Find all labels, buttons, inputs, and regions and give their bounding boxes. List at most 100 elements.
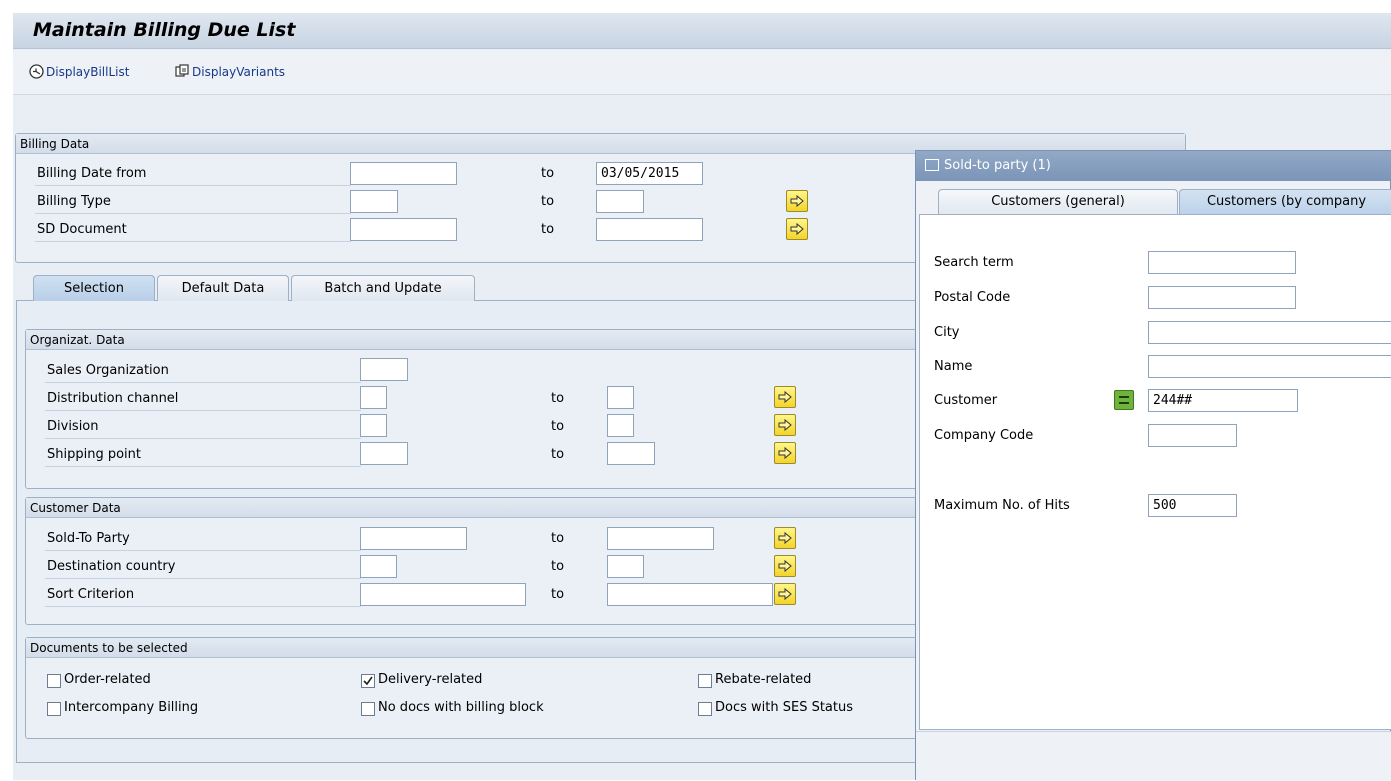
customer-input[interactable]: 244## — [1148, 389, 1298, 412]
company-code-label: Company Code — [934, 428, 1034, 443]
billing-type-label: Billing Type — [37, 194, 111, 209]
no-docs-billing-block-checkbox[interactable] — [361, 702, 375, 716]
sort-criterion-multiple-selection-button[interactable] — [774, 583, 796, 605]
arrow-right-icon — [778, 531, 792, 545]
sd-document-from-input[interactable] — [350, 218, 457, 241]
application-toolbar: DisplayBillList DisplayVariants — [13, 50, 1391, 95]
name-input[interactable] — [1148, 355, 1391, 378]
arrow-right-icon — [778, 587, 792, 601]
search-term-label: Search term — [934, 255, 1014, 270]
sold-to-party-popup: Sold-to party (1) Customers (general) Cu… — [915, 150, 1391, 781]
rebate-related-checkbox[interactable] — [698, 674, 712, 688]
intercompany-billing-label: Intercompany Billing — [64, 700, 199, 715]
organizational-data-group: Organizat. Data — [25, 329, 920, 489]
display-variants-button[interactable]: DisplayVariants — [175, 64, 285, 79]
order-related-checkbox[interactable] — [47, 674, 61, 688]
shipping-point-label: Shipping point — [47, 447, 141, 462]
to-label: to — [541, 222, 555, 237]
documents-header: Documents to be selected — [26, 638, 919, 658]
to-label: to — [551, 531, 565, 546]
arrow-right-icon — [790, 222, 804, 236]
sold-to-party-multiple-selection-button[interactable] — [774, 527, 796, 549]
city-label: City — [934, 325, 960, 340]
popup-title: Sold-to party (1) — [944, 158, 1051, 173]
billing-date-from-label: Billing Date from — [37, 166, 147, 181]
postal-code-input[interactable] — [1148, 286, 1296, 309]
tab-batch-and-update[interactable]: Batch and Update — [291, 275, 475, 301]
to-label: to — [551, 447, 565, 462]
destination-country-to-input[interactable] — [607, 555, 644, 578]
division-label: Division — [47, 419, 99, 434]
name-label: Name — [934, 359, 973, 374]
search-term-input[interactable] — [1148, 251, 1296, 274]
billing-type-from-input[interactable] — [350, 190, 398, 213]
tab-default-data[interactable]: Default Data — [157, 275, 289, 301]
equals-selection-option-icon[interactable] — [1114, 390, 1134, 410]
dialog-icon — [925, 159, 939, 171]
to-label: to — [551, 391, 565, 406]
sold-to-party-label: Sold-To Party — [47, 531, 130, 546]
destination-country-from-input[interactable] — [360, 555, 397, 578]
rebate-related-label: Rebate-related — [715, 672, 812, 687]
sort-criterion-to-input[interactable] — [607, 583, 773, 606]
display-bill-list-label: DisplayBillList — [46, 65, 130, 79]
postal-code-label: Postal Code — [934, 290, 1011, 305]
arrow-right-icon — [778, 390, 792, 404]
docs-ses-status-label: Docs with SES Status — [715, 700, 854, 715]
billing-type-to-input[interactable] — [596, 190, 644, 213]
docs-ses-status-checkbox[interactable] — [698, 702, 712, 716]
company-code-input[interactable] — [1148, 424, 1237, 447]
checkmark-icon — [363, 676, 373, 686]
arrow-right-icon — [778, 418, 792, 432]
popup-title-bar: Sold-to party (1) — [916, 151, 1391, 181]
sap-window: Maintain Billing Due List DisplayBillLis… — [13, 13, 1391, 781]
billing-date-to-input[interactable]: 03/05/2015 — [596, 162, 703, 185]
tab-selection[interactable]: Selection — [33, 275, 155, 301]
tab-customers-general[interactable]: Customers (general) — [938, 189, 1178, 214]
display-variants-label: DisplayVariants — [192, 65, 286, 79]
delivery-related-checkbox[interactable] — [361, 674, 375, 688]
max-hits-input[interactable]: 500 — [1148, 494, 1237, 517]
shipping-point-to-input[interactable] — [607, 442, 655, 465]
destination-country-multiple-selection-button[interactable] — [774, 555, 796, 577]
arrow-right-icon — [778, 559, 792, 573]
sd-document-multiple-selection-button[interactable] — [786, 218, 808, 240]
sold-to-party-to-input[interactable] — [607, 527, 714, 550]
city-input[interactable] — [1148, 321, 1391, 344]
distribution-channel-multiple-selection-button[interactable] — [774, 386, 796, 408]
distribution-channel-to-input[interactable] — [607, 386, 634, 409]
sort-criterion-from-input[interactable] — [360, 583, 526, 606]
distribution-channel-from-input[interactable] — [360, 386, 387, 409]
max-hits-label: Maximum No. of Hits — [934, 498, 1070, 513]
tab-customers-by-company[interactable]: Customers (by company — [1179, 189, 1391, 214]
sd-document-to-input[interactable] — [596, 218, 703, 241]
billing-type-multiple-selection-button[interactable] — [786, 190, 808, 212]
execute-clock-icon — [29, 64, 44, 79]
sales-organization-input[interactable] — [360, 358, 408, 381]
intercompany-billing-checkbox[interactable] — [47, 702, 61, 716]
billing-date-from-input[interactable] — [350, 162, 457, 185]
division-to-input[interactable] — [607, 414, 634, 437]
sold-to-party-from-input[interactable] — [360, 527, 467, 550]
to-label: to — [541, 166, 555, 181]
no-docs-billing-block-label: No docs with billing block — [378, 700, 544, 715]
window-title: Maintain Billing Due List — [33, 19, 296, 41]
sales-organization-label: Sales Organization — [47, 363, 169, 378]
display-bill-list-button[interactable]: DisplayBillList — [29, 64, 129, 79]
shipping-point-multiple-selection-button[interactable] — [774, 442, 796, 464]
title-bar: Maintain Billing Due List — [13, 13, 1391, 49]
customer-data-header: Customer Data — [26, 498, 919, 518]
delivery-related-label: Delivery-related — [378, 672, 483, 687]
shipping-point-from-input[interactable] — [360, 442, 408, 465]
order-related-label: Order-related — [64, 672, 151, 687]
division-multiple-selection-button[interactable] — [774, 414, 796, 436]
variants-icon — [175, 64, 189, 77]
to-label: to — [551, 587, 565, 602]
division-from-input[interactable] — [360, 414, 387, 437]
distribution-channel-label: Distribution channel — [47, 391, 179, 406]
documents-group: Documents to be selected — [25, 637, 920, 739]
arrow-right-icon — [790, 194, 804, 208]
sort-criterion-label: Sort Criterion — [47, 587, 135, 602]
to-label: to — [541, 194, 555, 209]
arrow-right-icon — [778, 446, 792, 460]
